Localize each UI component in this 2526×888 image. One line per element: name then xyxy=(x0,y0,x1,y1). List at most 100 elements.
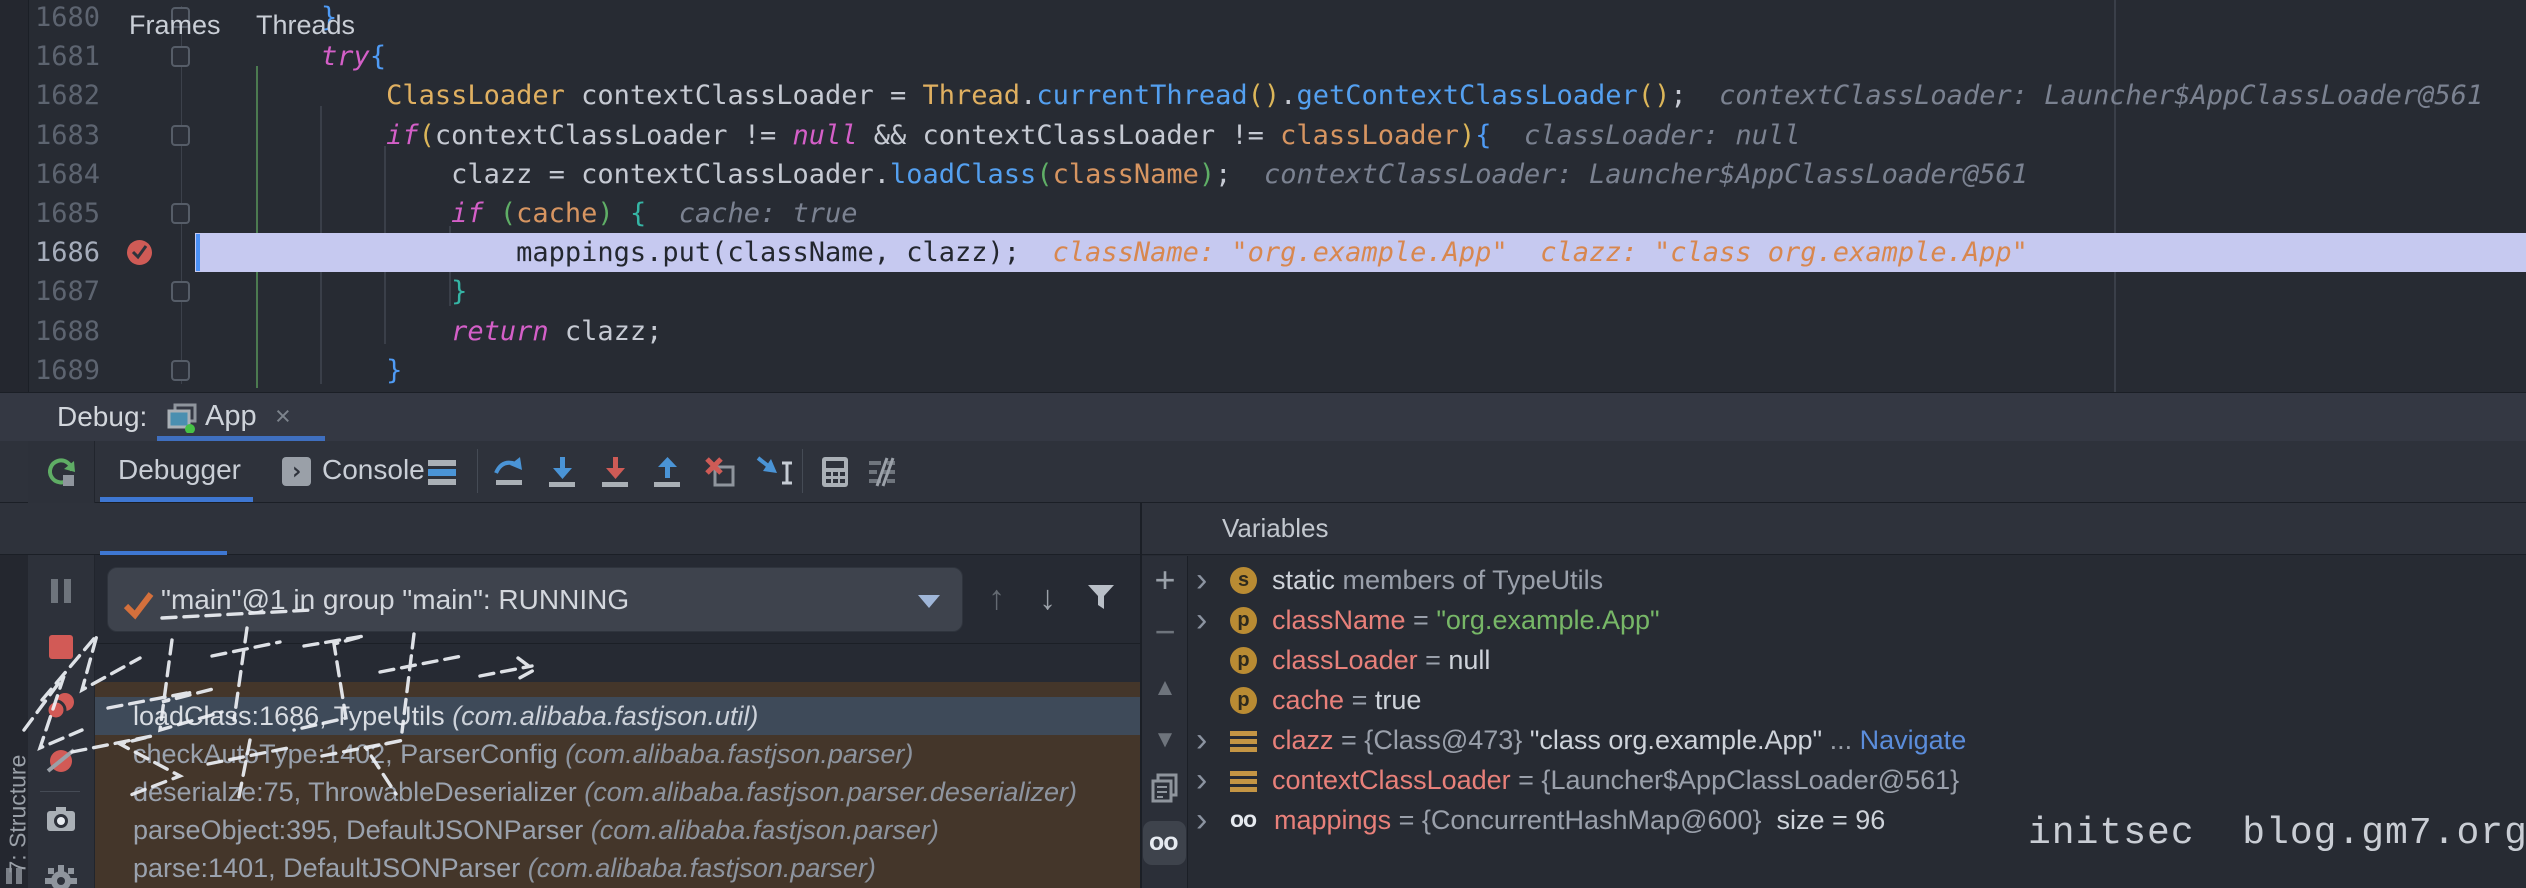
force-step-into-icon[interactable] xyxy=(598,455,632,489)
stack-frame-row[interactable]: loadClass:1686, TypeUtils (com.alibaba.f… xyxy=(95,697,1140,735)
code-token: cache: true xyxy=(679,198,858,229)
close-icon[interactable]: × xyxy=(275,393,291,439)
code-token: loadClass xyxy=(890,159,1036,190)
code-line[interactable]: return clazz; xyxy=(191,312,662,351)
line-number[interactable]: 1689 xyxy=(28,351,100,390)
tab-threads[interactable]: Threads xyxy=(256,0,355,50)
parameter-icon: p xyxy=(1230,647,1257,674)
variable-row[interactable]: ›contextClassLoader = {Launcher$AppClass… xyxy=(1196,760,2526,800)
code-editor[interactable]: 1680168116821683168416851686168716881689… xyxy=(0,0,2526,392)
line-number[interactable]: 1681 xyxy=(28,37,100,76)
line-number[interactable]: 1686 xyxy=(28,233,100,272)
show-execution-point-icon[interactable] xyxy=(425,455,459,489)
frame-package: (com.alibaba.fastjson.parser) xyxy=(565,739,913,769)
breakpoint-icon[interactable] xyxy=(126,239,153,266)
code-line[interactable]: clazz = contextClassLoader.loadClass(cla… xyxy=(191,155,2028,194)
filter-funnel-icon[interactable] xyxy=(1083,579,1119,615)
chevron-right-icon[interactable]: › xyxy=(1196,603,1230,637)
tab-debugger[interactable]: Debugger xyxy=(118,441,241,502)
line-number[interactable]: 1683 xyxy=(28,116,100,155)
code-token: null xyxy=(792,120,857,151)
toolbar-separator xyxy=(802,449,803,493)
stack-frame-row[interactable]: checkAutoType:1402, ParserConfig (com.al… xyxy=(95,735,1140,773)
run-to-cursor-icon[interactable] xyxy=(755,455,795,489)
variable-row[interactable]: ›clazz = {Class@473} "class org.example.… xyxy=(1196,720,2526,760)
code-token: ) xyxy=(1459,120,1475,151)
line-number[interactable]: 1685 xyxy=(28,194,100,233)
code-line[interactable]: } xyxy=(191,351,402,390)
parameter-icon: p xyxy=(1230,687,1257,714)
code-line[interactable]: mappings.put(className, clazz); classNam… xyxy=(191,233,2028,272)
step-into-icon[interactable] xyxy=(545,455,579,489)
stack-frame-row[interactable]: deserialze:75, ThrowableDeserializer (co… xyxy=(95,773,1140,811)
code-line[interactable]: ClassLoader contextClassLoader = Thread.… xyxy=(191,76,2483,115)
previous-frame-icon[interactable]: ↑ xyxy=(988,581,1005,615)
tab-app-label: App xyxy=(205,393,257,439)
stack-frame-row[interactable]: parse:1401, DefaultJSONParser (com.aliba… xyxy=(95,849,1140,887)
line-number[interactable]: 1687 xyxy=(28,272,100,311)
step-over-icon[interactable] xyxy=(492,455,526,489)
code-token: className: "org.example.App" clazz: "cla… xyxy=(1053,237,2028,268)
thread-dump-camera-icon[interactable] xyxy=(45,803,77,835)
fold-marker-up[interactable] xyxy=(171,281,190,302)
move-down-icon[interactable]: ▼ xyxy=(1149,724,1181,756)
line-number[interactable]: 1680 xyxy=(28,0,100,37)
variable-row[interactable]: pcache = true xyxy=(1196,680,2526,720)
fold-marker-down[interactable] xyxy=(171,125,190,146)
thread-selector-dropdown[interactable]: "main"@1 in group "main": RUNNING xyxy=(107,567,963,632)
chevron-right-icon[interactable]: › xyxy=(1196,723,1230,757)
variable-row[interactable]: pclassLoader = null xyxy=(1196,640,2526,680)
tab-app-session[interactable]: App × xyxy=(157,393,325,441)
line-number[interactable]: 1684 xyxy=(28,155,100,194)
stripe-bottom-icon[interactable] xyxy=(6,868,22,884)
code-token: ClassLoader xyxy=(386,80,565,111)
tab-frames[interactable]: Frames xyxy=(129,0,221,50)
code-line[interactable]: } xyxy=(191,272,467,311)
fold-marker-down[interactable] xyxy=(171,203,190,224)
code-token: classLoader xyxy=(1280,120,1459,151)
field-icon xyxy=(1230,731,1257,752)
toolbar-separator xyxy=(477,449,478,493)
code-token: clazz; xyxy=(549,316,663,347)
code-token: if xyxy=(451,198,484,229)
navigate-link[interactable]: Navigate xyxy=(1860,725,1967,756)
code-line[interactable]: if(contextClassLoader != null && context… xyxy=(191,116,1800,155)
pause-icon[interactable] xyxy=(45,575,77,607)
frame-method: parseObject:395, DefaultJSONParser xyxy=(133,815,591,845)
show-watches-toggle[interactable]: oo xyxy=(1143,821,1186,865)
view-breakpoints-icon[interactable] xyxy=(45,691,77,723)
frame-package: (com.alibaba.fastjson.parser.deserialize… xyxy=(584,777,1077,807)
next-frame-icon[interactable]: ↓ xyxy=(1039,581,1056,615)
tab-console[interactable]: Console xyxy=(322,441,425,502)
add-watch-icon[interactable]: + xyxy=(1149,564,1181,596)
code-token: currentThread xyxy=(1036,80,1247,111)
chevron-right-icon[interactable]: › xyxy=(1196,563,1230,597)
settings-gear-icon[interactable] xyxy=(45,865,77,888)
line-number[interactable]: 1688 xyxy=(28,312,100,351)
stack-frame-row[interactable]: parseObject:395, DefaultJSONParser (com.… xyxy=(95,811,1140,849)
variable-row[interactable]: ›sstatic members of TypeUtils xyxy=(1196,560,2526,600)
line-number[interactable]: 1682 xyxy=(28,76,100,115)
copy-icon[interactable] xyxy=(1149,772,1181,804)
site-watermark: initsec blog.gm7.org xyxy=(2028,812,2526,856)
trace-stream-icon[interactable] xyxy=(865,455,899,489)
evaluate-expression-icon[interactable] xyxy=(818,455,852,489)
drop-frame-icon[interactable] xyxy=(703,455,737,489)
code-line[interactable]: if (cache) { cache: true xyxy=(191,194,858,233)
mute-breakpoints-icon[interactable] xyxy=(45,744,77,776)
app-run-icon xyxy=(167,403,197,433)
stop-icon[interactable] xyxy=(45,631,77,663)
code-token xyxy=(1020,237,1053,268)
code-token: && contextClassLoader != xyxy=(858,120,1281,151)
step-out-icon[interactable] xyxy=(650,455,684,489)
variable-token: ... xyxy=(1822,725,1860,756)
fold-marker-up[interactable] xyxy=(171,360,190,381)
chevron-down-icon xyxy=(918,595,940,608)
variable-row[interactable]: ›pclassName = "org.example.App" xyxy=(1196,600,2526,640)
variable-token: static xyxy=(1272,565,1343,596)
rerun-icon[interactable] xyxy=(45,457,77,489)
move-up-icon[interactable]: ▲ xyxy=(1149,672,1181,704)
chevron-right-icon[interactable]: › xyxy=(1196,803,1230,837)
remove-watch-icon[interactable]: − xyxy=(1149,616,1181,648)
chevron-right-icon[interactable]: › xyxy=(1196,763,1230,797)
